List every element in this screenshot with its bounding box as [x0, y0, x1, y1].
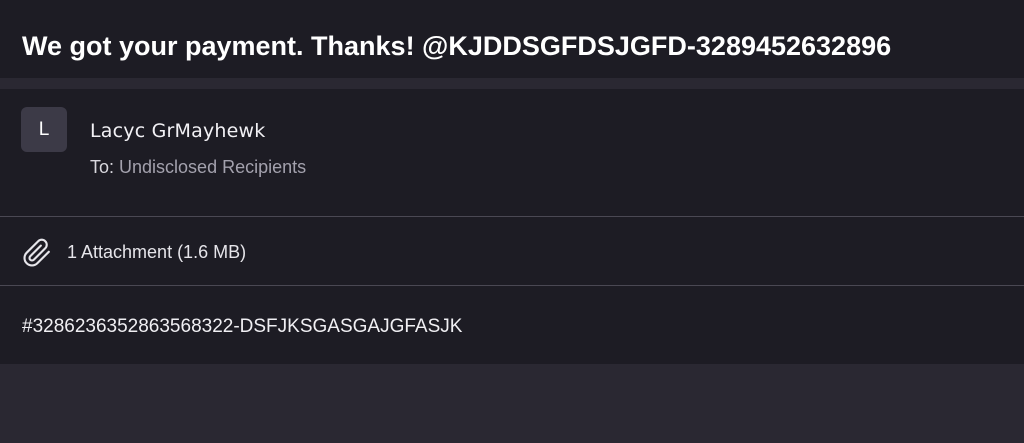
subject-bar: We got your payment. Thanks! @KJDDSGFDSJ… [0, 0, 1024, 78]
to-label: To: [90, 157, 115, 177]
message-panel: L Lacyc GrMayhewk To: Undisclosed Recipi… [0, 89, 1024, 364]
recipients-value: Undisclosed Recipients [119, 157, 307, 177]
email-subject: We got your payment. Thanks! @KJDDSGFDSJ… [22, 31, 892, 61]
divider [0, 285, 1024, 286]
attachment-summary: 1 Attachment (1.6 MB) [67, 242, 247, 262]
paperclip-icon [23, 238, 50, 267]
email-view: We got your payment. Thanks! @KJDDSGFDSJ… [0, 0, 1024, 443]
sender-name[interactable]: Lacyc GrMayhewk [90, 118, 266, 144]
recipients-line: To: Undisclosed Recipients [90, 155, 306, 179]
attachments-row[interactable]: 1 Attachment (1.6 MB) [0, 217, 1024, 285]
section-gap [0, 78, 1024, 89]
sender-header: L Lacyc GrMayhewk To: Undisclosed Recipi… [0, 89, 1024, 216]
avatar[interactable]: L [21, 107, 67, 152]
email-body: #3286236352863568322-DSFJKSGASGAJGFASJK [22, 316, 463, 337]
